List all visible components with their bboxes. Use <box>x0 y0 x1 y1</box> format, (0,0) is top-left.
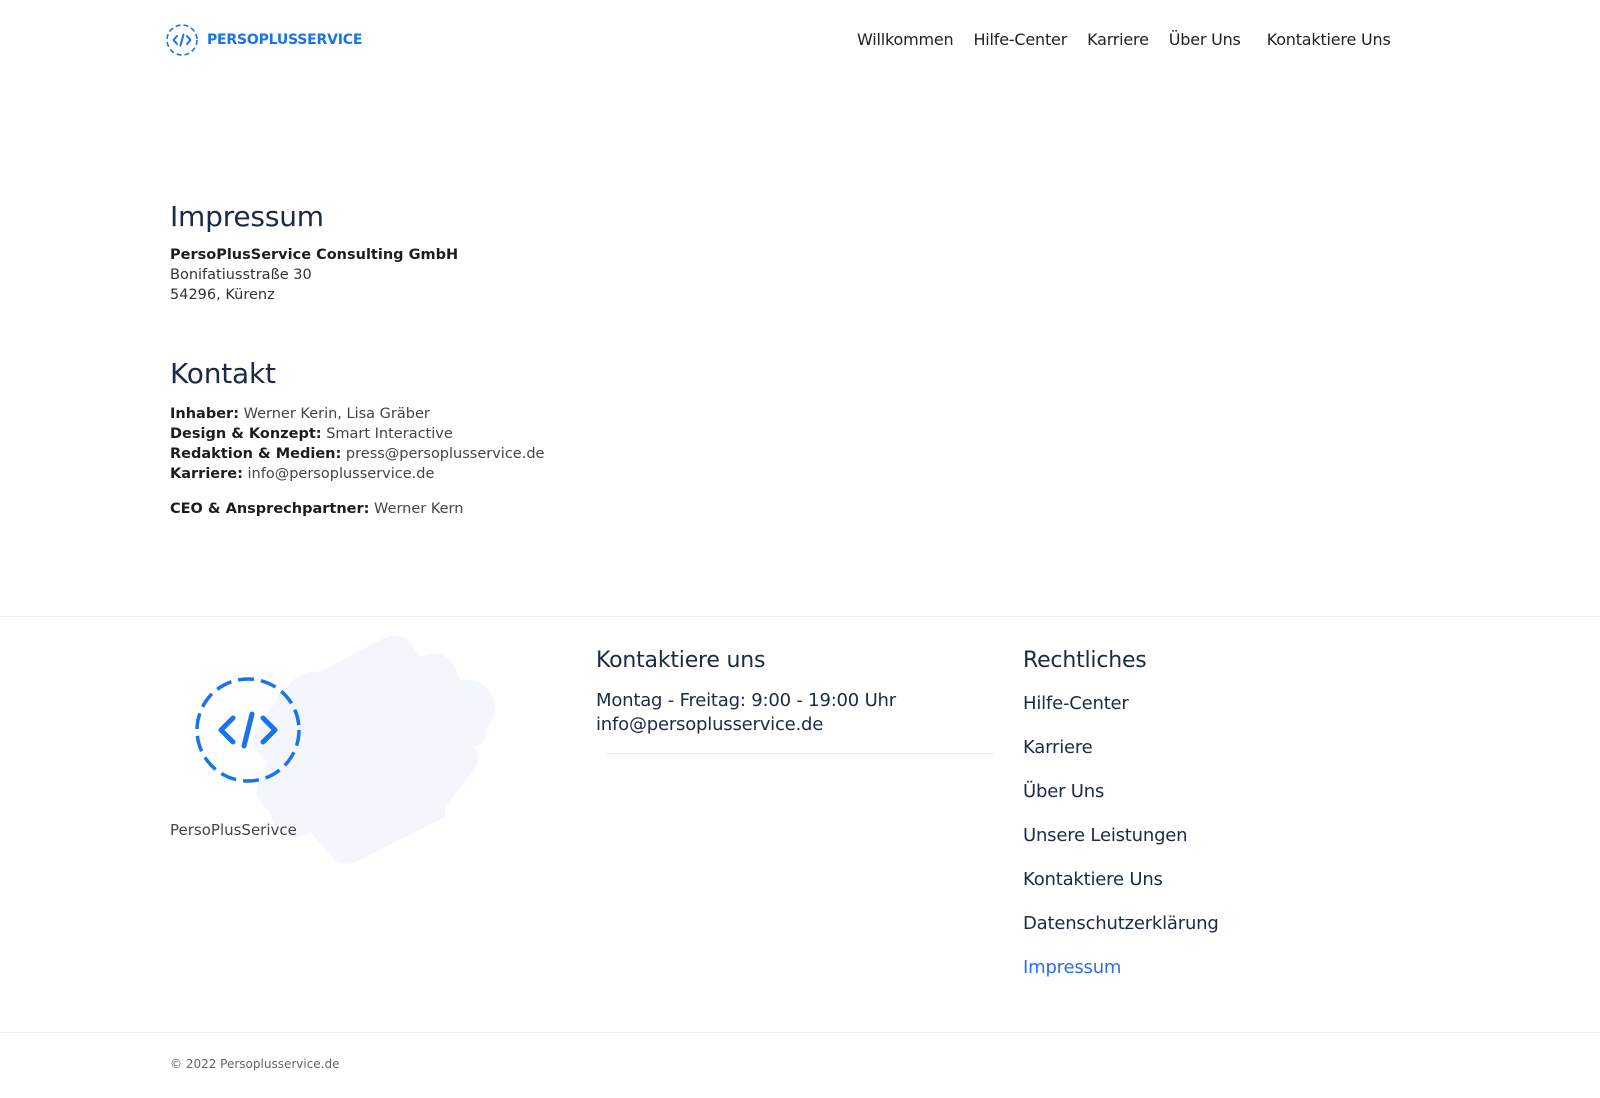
kontakt-value: Werner Kerin, Lisa Gräber <box>243 406 430 422</box>
legal-links: Hilfe-Center Karriere Über Uns Unsere Le… <box>1023 693 1423 1001</box>
kontakt-row-karriere: Karriere: info@persoplusservice.de <box>170 464 970 484</box>
footer-contact-column: Kontaktiere uns Montag - Freitag: 9:00 -… <box>596 648 994 754</box>
company-address: PersoPlusService Consulting GmbH Bonifat… <box>170 245 970 305</box>
footer-email[interactable]: info@persoplusservice.de <box>596 713 994 737</box>
main-nav: Willkommen Hilfe-Center Karriere Über Un… <box>857 30 1391 49</box>
impressum-title: Impressum <box>170 200 324 233</box>
kontakt-label: Inhaber: <box>170 406 239 422</box>
list-item: Hilfe-Center <box>1023 693 1423 737</box>
legal-link-impressum[interactable]: Impressum <box>1023 957 1121 978</box>
kontakt-label: Redaktion & Medien: <box>170 446 342 462</box>
nav-karriere[interactable]: Karriere <box>1087 30 1149 49</box>
code-brackets-icon <box>195 677 301 783</box>
list-item: Datenschutzerklärung <box>1023 913 1423 957</box>
footer-legal-column: Rechtliches Hilfe-Center Karriere Über U… <box>1023 648 1423 1001</box>
kontakt-list: Inhaber: Werner Kerin, Lisa Gräber Desig… <box>170 404 970 484</box>
kontakt-section: Kontakt Inhaber: Werner Kerin, Lisa Gräb… <box>170 357 970 519</box>
kontakt-row-inhaber: Inhaber: Werner Kerin, Lisa Gräber <box>170 404 970 424</box>
kontakt-title: Kontakt <box>170 357 276 390</box>
copyright-text: © 2022 Persoplusservice.de <box>170 1057 340 1071</box>
company-street: Bonifatiusstraße 30 <box>170 267 312 283</box>
kontakt-value: Werner Kern <box>374 501 464 517</box>
main-content: Impressum PersoPlusService Consulting Gm… <box>170 200 970 519</box>
kontakt-row-design: Design & Konzept: Smart Interactive <box>170 424 970 444</box>
footer-legal-title: Rechtliches <box>1023 648 1147 673</box>
impressum-section: Impressum PersoPlusService Consulting Gm… <box>170 200 970 305</box>
footer-contact-info: Montag - Freitag: 9:00 - 19:00 Uhr info@… <box>596 689 994 737</box>
company-name: PersoPlusService Consulting GmbH <box>170 247 459 263</box>
list-item: Unsere Leistungen <box>1023 825 1423 869</box>
list-item: Impressum <box>1023 957 1423 1001</box>
code-brackets-icon <box>166 24 198 56</box>
logo-text: PERSOPLUSSERVICE <box>207 32 363 48</box>
legal-link-karriere[interactable]: Karriere <box>1023 737 1093 758</box>
legal-link-kontakt[interactable]: Kontaktiere Uns <box>1023 869 1163 890</box>
nav-hilfe-center[interactable]: Hilfe-Center <box>973 30 1067 49</box>
opening-hours: Montag - Freitag: 9:00 - 19:00 Uhr <box>596 690 896 711</box>
bottom-divider <box>0 1032 1600 1033</box>
nav-kontaktiere-uns[interactable]: Kontaktiere Uns <box>1267 30 1391 49</box>
kontakt-row-ceo: CEO & Ansprechpartner: Werner Kern <box>170 499 970 519</box>
nav-ueber-uns[interactable]: Über Uns <box>1169 30 1241 49</box>
legal-link-datenschutz[interactable]: Datenschutzerklärung <box>1023 913 1219 934</box>
footer-brand-name: PersoPlusSerivce <box>170 821 297 839</box>
footer-contact-title: Kontaktiere uns <box>596 648 766 673</box>
list-item: Karriere <box>1023 737 1423 781</box>
site-header: PERSOPLUSSERVICE Willkommen Hilfe-Center… <box>0 0 1600 80</box>
kontakt-label: Karriere: <box>170 466 243 482</box>
kontakt-row-redaktion: Redaktion & Medien: press@persoplusservi… <box>170 444 970 464</box>
kontakt-value: Smart Interactive <box>326 426 453 442</box>
footer-divider <box>0 616 1600 617</box>
kontakt-label: Design & Konzept: <box>170 426 322 442</box>
legal-link-ueber-uns[interactable]: Über Uns <box>1023 781 1104 802</box>
kontakt-label: CEO & Ansprechpartner: <box>170 501 370 517</box>
nav-willkommen[interactable]: Willkommen <box>857 30 954 49</box>
list-item: Kontaktiere Uns <box>1023 869 1423 913</box>
logo-link[interactable]: PERSOPLUSSERVICE <box>165 23 362 57</box>
company-city: 54296, Kürenz <box>170 287 275 303</box>
list-item: Über Uns <box>1023 781 1423 825</box>
legal-link-hilfe-center[interactable]: Hilfe-Center <box>1023 693 1129 714</box>
press-email[interactable]: press@persoplusservice.de <box>346 446 545 462</box>
footer-contact-divider <box>606 753 994 754</box>
career-email[interactable]: info@persoplusservice.de <box>248 466 435 482</box>
legal-link-leistungen[interactable]: Unsere Leistungen <box>1023 825 1188 846</box>
